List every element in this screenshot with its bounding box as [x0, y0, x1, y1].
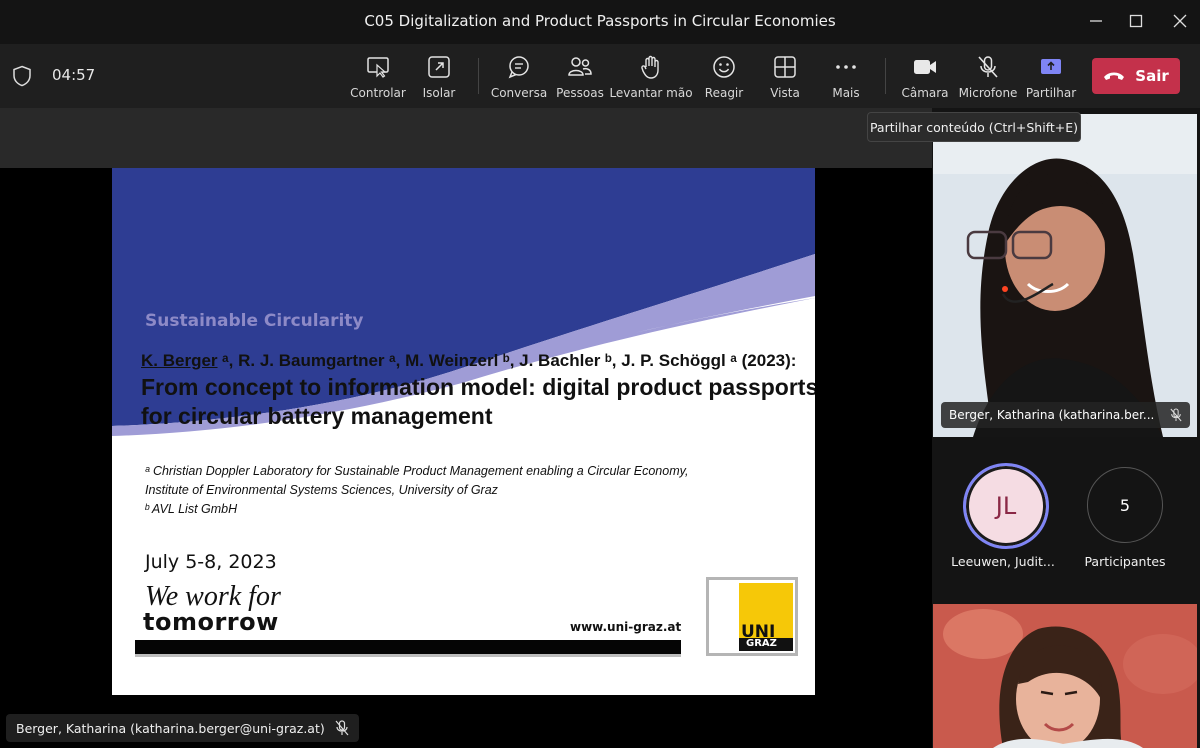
slide-footer-bar — [135, 640, 681, 654]
avatar: JL — [963, 463, 1049, 549]
participant-name-tag: Berger, Katharina (katharina.ber... — [941, 402, 1191, 428]
paper-title-line: From concept to information model: digit… — [141, 374, 815, 400]
participant-name: Leeuwen, Judit... — [951, 554, 1055, 569]
close-button[interactable] — [1165, 10, 1195, 32]
share-tooltip: Partilhar conteúdo (Ctrl+Shift+E) — [867, 112, 1081, 142]
meeting-toolbar: 04:57 Controlar Isolar Conversa Pessoas … — [0, 44, 1200, 108]
paper-title-line: for circular battery management — [141, 403, 493, 429]
camera-button[interactable]: Câmara — [901, 54, 949, 104]
minimize-button[interactable] — [1081, 10, 1111, 32]
camera-icon — [914, 60, 936, 74]
participant-video[interactable] — [933, 604, 1197, 748]
video-frame — [933, 604, 1197, 748]
microphone-button[interactable]: Microfone — [959, 54, 1017, 104]
slide-authors: K. Berger ᵃ, R. J. Baumgartner ᵃ, M. Wei… — [141, 351, 796, 371]
people-button[interactable]: Pessoas — [556, 54, 604, 104]
slide-motto: tomorrow — [143, 608, 279, 636]
people-icon — [568, 57, 592, 76]
participant-count: 5 — [1087, 467, 1163, 543]
affiliation-line: Institute of Environmental Systems Scien… — [145, 483, 498, 497]
mic-muted-icon — [978, 56, 998, 78]
video-frame — [933, 114, 1197, 437]
screen-control-icon — [367, 57, 389, 78]
toolbar-divider — [478, 58, 479, 94]
grid-view-icon — [774, 56, 796, 78]
more-button[interactable]: Mais — [829, 54, 863, 104]
maximize-button[interactable] — [1121, 10, 1151, 32]
presenter-name: Berger, Katharina (katharina.berger@uni-… — [16, 720, 325, 736]
control-button[interactable]: Controlar — [350, 54, 406, 104]
co-authors: ᵃ, R. J. Baumgartner ᵃ, M. Weinzerl ᵇ, J… — [217, 351, 797, 370]
leave-button[interactable]: Sair — [1092, 58, 1180, 94]
hang-up-icon — [1104, 72, 1125, 80]
minimize-icon — [1090, 20, 1102, 22]
title-bar: C05 Digitalization and Product Passports… — [0, 0, 1200, 44]
participant-tile[interactable]: JL Leeuwen, Judit... — [933, 440, 1063, 600]
react-button[interactable]: Reagir — [704, 54, 744, 104]
participant-video[interactable]: Berger, Katharina (katharina.ber... — [933, 114, 1197, 437]
mic-muted-icon — [1170, 408, 1182, 422]
maximize-icon — [1129, 14, 1143, 28]
chat-button[interactable]: Conversa — [491, 54, 547, 104]
raise-hand-icon — [641, 55, 659, 79]
slide-footer-shadow — [135, 654, 681, 657]
affiliation-line: ᵇ AVL List GmbH — [145, 502, 238, 516]
more-icon — [836, 65, 856, 69]
uni-graz-logo: UNI GRAZ — [706, 577, 798, 656]
slide-date: July 5-8, 2023 — [145, 551, 277, 573]
presenter-name-tag: Berger, Katharina (katharina.berger@uni-… — [6, 714, 359, 742]
chat-icon — [508, 56, 529, 79]
smiley-icon — [713, 56, 735, 78]
stage-header — [0, 108, 932, 168]
participants-count-tile[interactable]: 5 Participantes — [1065, 440, 1195, 600]
shield-icon[interactable] — [12, 65, 32, 87]
lead-author: K. Berger — [141, 351, 218, 370]
toolbar-divider — [885, 58, 886, 94]
slide-paper-title: From concept to information model: digit… — [141, 373, 815, 431]
shared-slide: Sustainable Circularity K. Berger ᵃ, R. … — [112, 168, 815, 695]
pop-out-icon — [428, 56, 450, 78]
mic-muted-icon — [335, 720, 349, 736]
window-title: C05 Digitalization and Product Passports… — [364, 12, 836, 30]
slide-url: www.uni-graz.at — [570, 620, 682, 634]
share-button[interactable]: Partilhar — [1026, 54, 1076, 104]
affiliation-line: ᵃ Christian Doppler Laboratory for Susta… — [145, 464, 689, 478]
meeting-timer: 04:57 — [52, 66, 96, 84]
slide-affiliations: ᵃ Christian Doppler Laboratory for Susta… — [145, 462, 688, 519]
participants-label: Participantes — [1084, 554, 1166, 569]
share-icon — [1041, 59, 1061, 74]
slide-kicker: Sustainable Circularity — [145, 311, 364, 331]
view-button[interactable]: Vista — [767, 54, 803, 104]
pop-out-button[interactable]: Isolar — [420, 54, 458, 104]
close-icon — [1173, 14, 1187, 28]
raise-hand-button[interactable]: Levantar mão — [609, 54, 693, 104]
